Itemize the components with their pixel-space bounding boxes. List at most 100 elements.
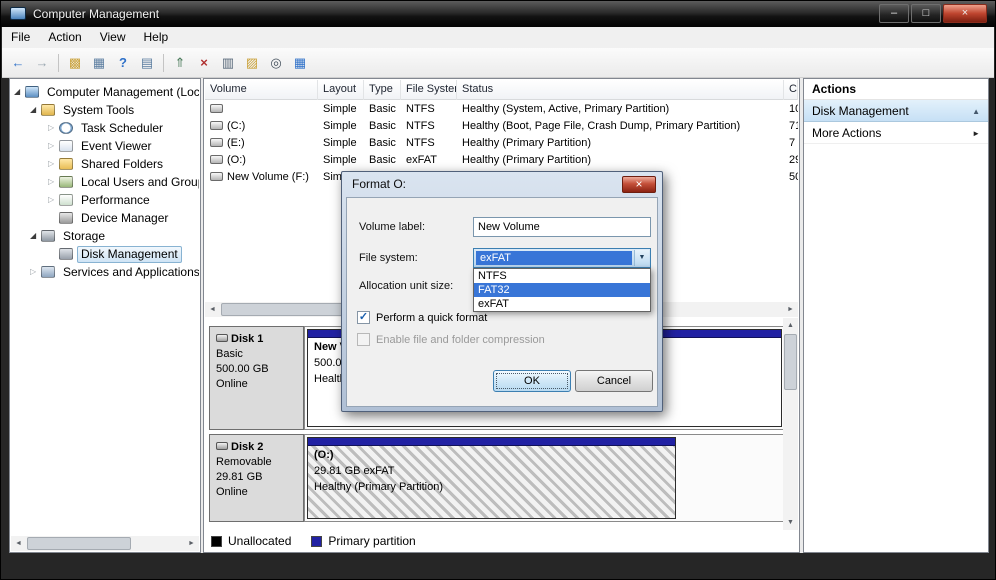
menu-action[interactable]: Action xyxy=(39,27,90,48)
quick-format-checkbox[interactable]: ✓ xyxy=(357,311,370,324)
tree-item-disk-management[interactable]: Disk Management xyxy=(11,245,199,263)
chevron-down-icon[interactable]: ▼ xyxy=(634,250,649,266)
properties-icon[interactable]: ▥ xyxy=(217,52,239,74)
tree-item-label: Shared Folders xyxy=(81,156,164,171)
expander-icon[interactable] xyxy=(30,227,41,245)
status-cell: Healthy (Primary Partition) xyxy=(462,153,591,166)
expander-icon[interactable] xyxy=(30,101,41,119)
search-icon[interactable]: ◎ xyxy=(265,52,287,74)
volume-list-header: Volume Layout Type File System Status C xyxy=(205,80,798,100)
table-row[interactable]: (C:) Simple Basic NTFS Healthy (Boot, Pa… xyxy=(205,117,798,134)
disk-size: 500.00 GB xyxy=(216,363,269,375)
column-header-status[interactable]: Status xyxy=(457,80,784,100)
disk-kind: Removable xyxy=(216,456,272,468)
scroll-left-icon[interactable]: ◄ xyxy=(11,536,26,551)
scroll-up-icon[interactable]: ▲ xyxy=(783,318,798,333)
scroll-left-icon[interactable]: ◄ xyxy=(205,302,220,317)
tree-item-label: Event Viewer xyxy=(81,138,152,153)
volume-icon xyxy=(210,103,223,113)
volume-label-input[interactable] xyxy=(473,217,651,237)
disk-view-vertical-scrollbar[interactable]: ▲ ▼ xyxy=(783,318,798,530)
file-system-select[interactable]: exFAT ▼ xyxy=(473,248,651,268)
back-icon[interactable]: ← xyxy=(7,52,29,74)
expander-icon[interactable] xyxy=(48,191,59,209)
open-folder-icon[interactable]: ▨ xyxy=(241,52,263,74)
scrollbar-thumb[interactable] xyxy=(784,334,797,390)
console-window-icon[interactable]: ▦ xyxy=(88,52,110,74)
scrollbar-thumb[interactable] xyxy=(27,537,131,550)
disk-view-icon[interactable]: ▦ xyxy=(289,52,311,74)
window-title: Computer Management xyxy=(33,7,160,21)
maximize-button[interactable]: □ xyxy=(911,4,941,23)
table-row[interactable]: (E:) Simple Basic NTFS Healthy (Primary … xyxy=(205,134,798,151)
menu-help[interactable]: Help xyxy=(135,27,178,48)
tree-item-shared-folders[interactable]: Shared Folders xyxy=(11,155,199,173)
forward-icon[interactable]: → xyxy=(31,52,53,74)
expander-icon[interactable] xyxy=(48,155,59,173)
compression-label: Enable file and folder compression xyxy=(376,334,545,346)
disk-icon xyxy=(216,334,228,342)
expander-icon[interactable] xyxy=(48,119,59,137)
table-row[interactable]: Simple Basic NTFS Healthy (System, Activ… xyxy=(205,100,798,117)
export-list-icon[interactable]: ⇑ xyxy=(169,52,191,74)
expander-icon[interactable] xyxy=(48,173,59,191)
shared-folders-icon xyxy=(59,158,73,170)
expander-icon[interactable] xyxy=(14,83,25,101)
expander-icon[interactable] xyxy=(48,137,59,155)
chevron-up-icon[interactable]: ▲ xyxy=(972,101,980,123)
scroll-down-icon[interactable]: ▼ xyxy=(783,515,798,530)
tree-item-event-viewer[interactable]: Event Viewer xyxy=(11,137,199,155)
minimize-button[interactable]: – xyxy=(879,4,909,23)
scroll-right-icon[interactable]: ► xyxy=(184,536,199,551)
chevron-right-icon[interactable]: ► xyxy=(972,123,980,145)
menu-view[interactable]: View xyxy=(91,27,135,48)
actions-section-disk-management[interactable]: Disk Management ▲ xyxy=(804,100,988,122)
dropdown-option-exfat[interactable]: exFAT xyxy=(474,297,650,311)
close-button[interactable]: × xyxy=(943,4,987,23)
tree-item-device-manager[interactable]: Device Manager xyxy=(11,209,199,227)
partition-info: 29.81 GB exFAT xyxy=(314,465,395,477)
type-cell: Basic xyxy=(369,136,396,149)
ok-button[interactable]: OK xyxy=(493,370,571,392)
tree-item-system-tools[interactable]: System Tools xyxy=(11,101,199,119)
capacity-cell: 29 xyxy=(789,153,798,166)
capacity-cell: 10 xyxy=(789,102,798,115)
console-properties-icon[interactable]: ▤ xyxy=(136,52,158,74)
app-icon xyxy=(10,7,26,20)
delete-icon[interactable]: × xyxy=(193,52,215,74)
disk-1-info[interactable]: Disk 1 Basic 500.00 GB Online xyxy=(209,326,304,430)
dropdown-option-ntfs[interactable]: NTFS xyxy=(474,269,650,283)
compression-checkbox xyxy=(357,333,370,346)
cancel-button[interactable]: Cancel xyxy=(575,370,653,392)
tree-item-label: Storage xyxy=(63,228,106,243)
expander-icon[interactable] xyxy=(30,263,41,281)
tree-item-label: Disk Management xyxy=(77,245,182,263)
column-header-capacity[interactable]: C xyxy=(784,80,798,100)
primary-partition-color-swatch xyxy=(311,535,323,547)
show-console-tree-icon[interactable]: ▩ xyxy=(64,52,86,74)
disk-2-info[interactable]: Disk 2 Removable 29.81 GB Online xyxy=(209,434,304,522)
tree-item-services-applications[interactable]: Services and Applications xyxy=(11,263,199,281)
partition-o-drive[interactable]: (O:) 29.81 GB exFAT Healthy (Primary Par… xyxy=(307,437,676,519)
column-header-layout[interactable]: Layout xyxy=(318,80,364,100)
title-bar[interactable]: Computer Management – □ × xyxy=(1,1,995,27)
menu-file[interactable]: File xyxy=(2,27,39,48)
status-cell: Healthy (Boot, Page File, Crash Dump, Pr… xyxy=(462,119,741,132)
dialog-close-button[interactable]: × xyxy=(622,176,656,193)
legend-label: Unallocated xyxy=(228,534,292,548)
tree-item-performance[interactable]: Performance xyxy=(11,191,199,209)
tree-item-local-users-groups[interactable]: Local Users and Groups xyxy=(11,173,199,191)
help-icon[interactable]: ? xyxy=(112,52,134,74)
dropdown-option-fat32[interactable]: FAT32 xyxy=(474,283,650,297)
column-header-file-system[interactable]: File System xyxy=(401,80,457,100)
scroll-right-icon[interactable]: ► xyxy=(783,302,798,317)
tree-item-task-scheduler[interactable]: Task Scheduler xyxy=(11,119,199,137)
tree-item-storage[interactable]: Storage xyxy=(11,227,199,245)
tree-horizontal-scrollbar[interactable]: ◄ ► xyxy=(11,536,199,551)
partition-status: Healthy (Primary Partition) xyxy=(314,481,443,493)
column-header-volume[interactable]: Volume xyxy=(205,80,318,100)
tree-item-computer-management[interactable]: Computer Management (Local xyxy=(11,83,199,101)
column-header-type[interactable]: Type xyxy=(364,80,401,100)
table-row[interactable]: (O:) Simple Basic exFAT Healthy (Primary… xyxy=(205,151,798,168)
more-actions-item[interactable]: More Actions ► xyxy=(804,122,988,144)
